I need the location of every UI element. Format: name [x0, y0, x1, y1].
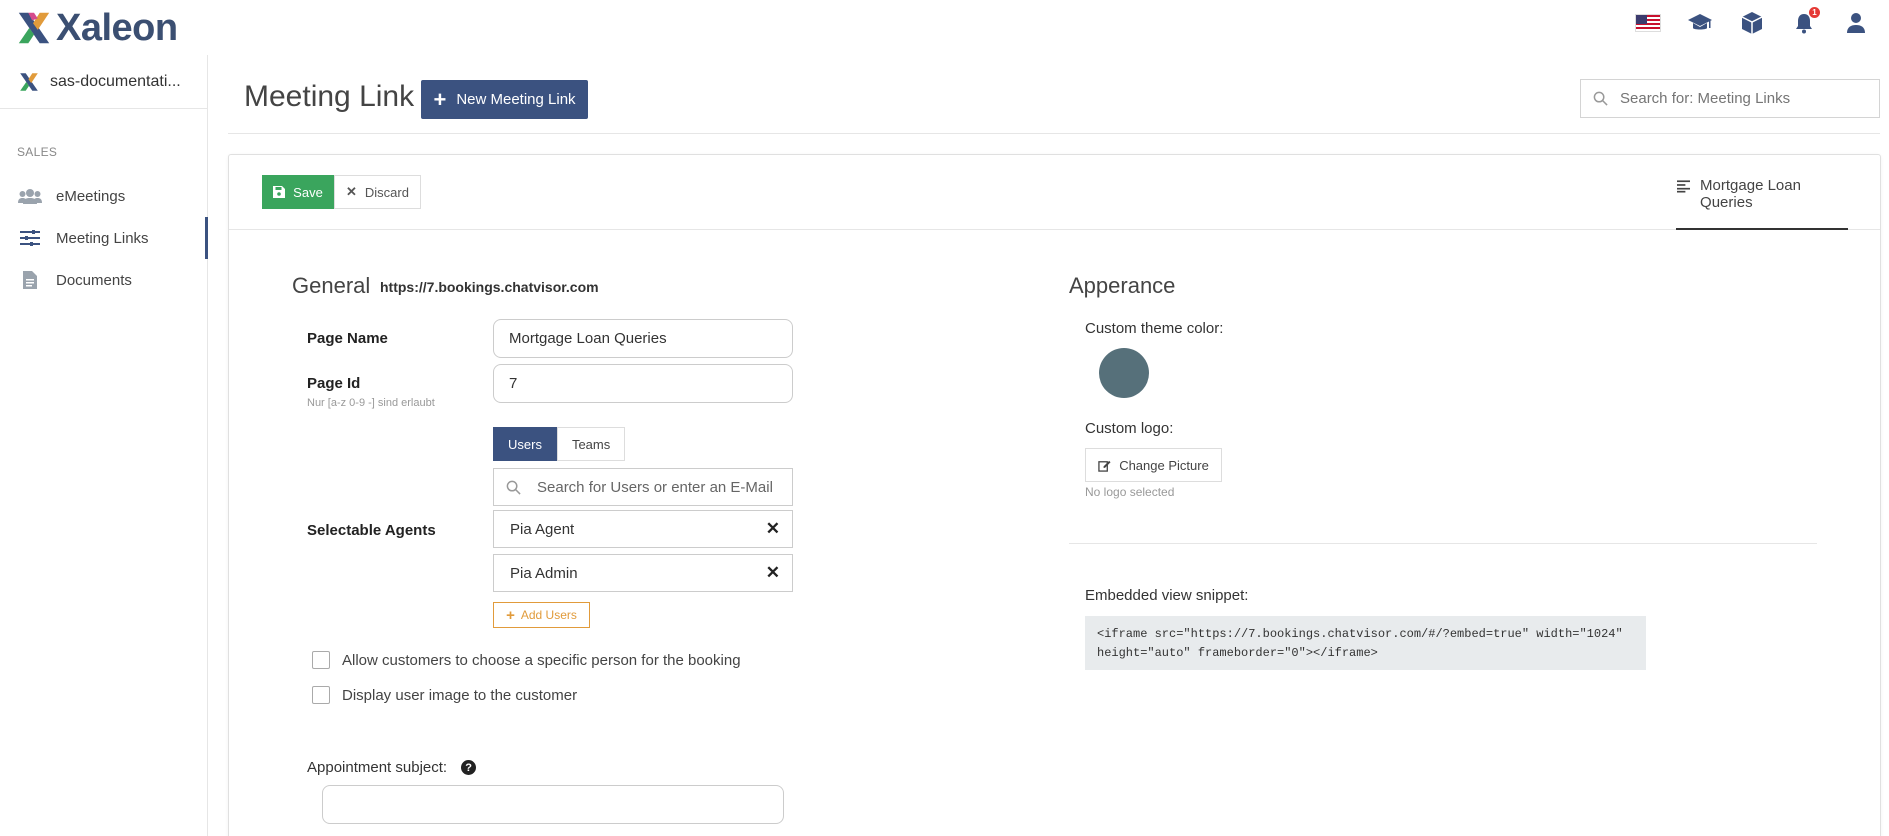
header-divider — [228, 133, 1880, 134]
remove-agent-icon[interactable]: ✕ — [766, 519, 780, 539]
appearance-title: Apperance — [1069, 273, 1176, 298]
users-icon — [18, 186, 42, 206]
booking-url[interactable]: https://7.bookings.chatvisor.com — [380, 279, 599, 295]
remove-agent-icon[interactable]: ✕ — [766, 563, 780, 583]
tab-label: Mortgage Loan Queries — [1700, 177, 1801, 211]
graduation-cap-icon[interactable] — [1687, 10, 1713, 36]
page-id-hint: Nur [a-z 0-9 -] sind erlaubt — [307, 397, 435, 409]
plus-icon: + — [506, 606, 515, 624]
save-button[interactable]: Save — [262, 175, 334, 209]
brand-name: Xaleon — [56, 6, 178, 49]
close-icon: ✕ — [346, 184, 357, 199]
display-image-option[interactable]: Display user image to the customer — [312, 686, 577, 704]
theme-color-label: Custom theme color: — [1085, 320, 1224, 337]
save-label: Save — [293, 184, 323, 200]
agent-item: Pia Agent ✕ — [493, 510, 793, 548]
tab-teams[interactable]: Teams — [556, 427, 626, 461]
theme-color-swatch[interactable] — [1099, 348, 1149, 398]
discard-button[interactable]: ✕ Discard — [334, 175, 421, 209]
page-id-label: Page Id — [307, 375, 361, 392]
page-id-field[interactable]: 7 — [493, 364, 793, 403]
sidebar-item-documents[interactable]: Documents — [0, 259, 207, 301]
document-icon — [18, 270, 42, 290]
choose-person-label: Allow customers to choose a specific per… — [342, 651, 741, 669]
selectable-agents-label: Selectable Agents — [307, 522, 436, 539]
save-icon — [273, 186, 286, 198]
no-logo-hint: No logo selected — [1085, 485, 1175, 499]
panel-toolbar: Save ✕ Discard Mortgage Loan Queries — [229, 155, 1880, 230]
agent-item: Pia Admin ✕ — [493, 554, 793, 592]
search-box[interactable] — [1580, 79, 1880, 118]
search-icon — [1593, 91, 1608, 106]
sidebar-item-label: eMeetings — [56, 187, 126, 205]
top-bar: Xaleon 1 — [0, 0, 1889, 55]
choose-person-checkbox[interactable] — [312, 651, 330, 669]
bell-icon[interactable]: 1 — [1791, 7, 1820, 36]
page-name-field[interactable]: Mortgage Loan Queries — [493, 319, 793, 358]
org-name: sas-documentati... — [50, 72, 181, 90]
section-label-sales: SALES — [17, 145, 58, 159]
edit-icon — [1098, 460, 1111, 472]
cube-icon[interactable] — [1739, 10, 1765, 36]
add-users-label: Add Users — [520, 608, 577, 622]
notification-badge: 1 — [1809, 7, 1820, 18]
page-name-label: Page Name — [307, 330, 388, 347]
custom-logo-label: Custom logo: — [1085, 420, 1174, 437]
discard-label: Discard — [364, 184, 409, 200]
page-title: Meeting Link — [244, 80, 415, 113]
agent-type-toggle: Users Teams — [493, 427, 626, 461]
language-flag-icon[interactable] — [1635, 10, 1661, 36]
logo[interactable]: Xaleon — [14, 6, 178, 49]
sidebar: sas-documentati... SALES eMeetings Meeti… — [0, 55, 208, 836]
align-left-icon — [1677, 180, 1691, 193]
xaleon-logo-icon — [18, 12, 50, 44]
tab-mortgage-loan-queries[interactable]: Mortgage Loan Queries — [1676, 177, 1848, 230]
snippet-label: Embedded view snippet: — [1085, 587, 1249, 604]
choose-person-option[interactable]: Allow customers to choose a specific per… — [312, 651, 741, 669]
sidebar-item-emeetings[interactable]: eMeetings — [0, 175, 207, 217]
display-image-checkbox[interactable] — [312, 686, 330, 704]
plus-icon: + — [433, 86, 447, 112]
appointment-subject-label: Appointment subject: ? — [307, 759, 477, 776]
display-image-label: Display user image to the customer — [342, 686, 578, 704]
agent-search-placeholder: Search for Users or enter an E-Mail — [537, 478, 773, 496]
agent-search-field[interactable]: Search for Users or enter an E-Mail — [493, 468, 793, 506]
new-meeting-link-label: New Meeting Link — [456, 91, 576, 108]
help-icon[interactable]: ? — [461, 760, 477, 775]
add-users-button[interactable]: + Add Users — [493, 602, 590, 628]
general-title: General — [292, 273, 371, 298]
search-input[interactable] — [1620, 90, 1860, 107]
sidebar-item-label: Documents — [56, 271, 132, 289]
sliders-icon — [18, 228, 42, 248]
sidebar-item-label: Meeting Links — [56, 229, 149, 247]
appointment-subject-text: Appointment subject: — [307, 759, 448, 776]
appearance-divider — [1069, 543, 1817, 544]
embed-snippet-code[interactable]: <iframe src="https://7.bookings.chatviso… — [1085, 616, 1646, 670]
agent-name: Pia Agent — [510, 520, 575, 538]
search-icon — [506, 480, 521, 495]
agent-name: Pia Admin — [510, 564, 578, 582]
change-picture-label: Change Picture — [1119, 457, 1209, 473]
edit-panel: Save ✕ Discard Mortgage Loan Queries Gen… — [228, 154, 1881, 836]
org-logo-icon — [20, 72, 38, 91]
tab-users[interactable]: Users — [493, 427, 557, 461]
change-picture-button[interactable]: Change Picture — [1085, 448, 1222, 482]
org-switcher[interactable]: sas-documentati... — [0, 55, 207, 109]
appointment-subject-field[interactable] — [322, 785, 784, 824]
sidebar-item-meeting-links[interactable]: Meeting Links — [0, 217, 208, 259]
user-icon[interactable] — [1843, 10, 1869, 36]
new-meeting-link-button[interactable]: + New Meeting Link — [421, 80, 588, 119]
